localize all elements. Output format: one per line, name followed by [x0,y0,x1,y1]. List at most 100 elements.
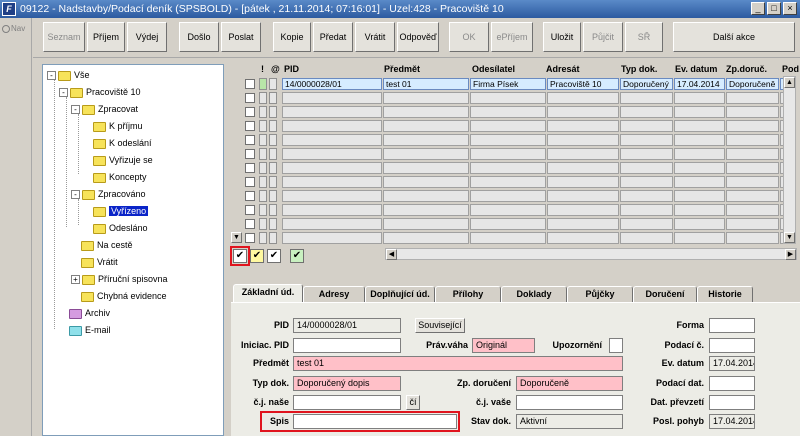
tree-node-vyrizuje-se[interactable]: Vyřizuje se [93,153,153,167]
tab-historie[interactable]: Historie [697,286,753,302]
tree-node-workplace[interactable]: - Pracoviště 10 [59,85,141,99]
row-indicator [269,218,277,230]
tree-node-zpracovano[interactable]: - Zpracováno [71,187,146,201]
tree-node-prirucni-spisovna[interactable]: + Příruční spisovna [71,272,168,286]
prijem-button[interactable]: Příjem [87,22,125,52]
table-cell [674,176,725,188]
tab-adresy[interactable]: Adresy [303,286,365,302]
scroll-right-icon[interactable]: ▶ [785,249,796,260]
vratit-button[interactable]: Vrátit [355,22,395,52]
predat-button[interactable]: Předat [313,22,353,52]
collapse-icon[interactable]: - [71,105,80,115]
tab-doplnujici[interactable]: Doplňující úd. [365,286,435,302]
tree-node-root[interactable]: - Vše [47,68,90,82]
row-checkbox[interactable] [245,149,255,159]
tree-node-archiv[interactable]: Archiv [69,306,110,320]
row-checkbox[interactable] [245,93,255,103]
close-button[interactable]: × [783,2,797,15]
tree-node-vyrizeno[interactable]: Vyřízeno [93,204,149,218]
col-header-pid[interactable]: PID [284,62,299,76]
filter-checkbox-yellow[interactable]: ✔ [250,249,264,263]
collapse-icon[interactable]: - [47,71,56,81]
vydej-button[interactable]: Výdej [127,22,167,52]
tree-node-na-ceste[interactable]: Na cestě [81,238,133,252]
col-header-predmet[interactable]: Předmět [384,62,420,76]
tree-node-chybna-evidence[interactable]: Chybná evidence [81,289,167,303]
souvisejici-button[interactable]: Související [415,318,465,333]
iniciac-pid-field[interactable] [293,338,401,353]
eprijem-button[interactable]: ePříjem [491,22,533,52]
row-checkbox[interactable] [245,163,255,173]
pujcit-button[interactable]: Půjčit [583,22,623,52]
collapse-icon[interactable]: - [71,190,80,200]
podaci-c-field[interactable] [709,338,755,353]
table-cell [383,190,469,202]
tab-zakladni[interactable]: Základní úd. [233,284,303,302]
scroll-left-icon[interactable]: ◀ [386,249,397,260]
ci-button[interactable]: čí [406,395,420,410]
row-checkbox[interactable] [245,135,255,145]
seznam-button[interactable]: Seznam [43,22,85,52]
dalsi-akce-button[interactable]: Další akce [673,22,795,52]
scroll-down-icon[interactable]: ▼ [784,232,795,243]
vertical-scrollbar[interactable]: ▲ ▼ [783,76,796,244]
kopie-button[interactable]: Kopie [273,22,311,52]
table-cell [282,134,382,146]
typ-dok-field[interactable]: Doporučený dopis [293,376,401,391]
nav-button[interactable]: Nav [2,22,30,36]
tree-node-k-prijmu[interactable]: K příjmu [93,119,143,133]
row-checkbox[interactable] [245,107,255,117]
tree-node-email[interactable]: E-mail [69,323,111,337]
upozorneni-checkbox[interactable] [609,338,623,353]
ok-button[interactable]: OK [449,22,489,52]
odpoved-button[interactable]: Odpověď [397,22,439,52]
expand-icon[interactable]: + [71,275,80,285]
tree-node-vratit[interactable]: Vrátit [81,255,118,269]
scroll-up-icon[interactable]: ▲ [784,77,795,88]
filter-checkbox-white[interactable]: ✔ [267,249,281,263]
tab-doklady[interactable]: Doklady [501,286,567,302]
col-header-zp-doruc[interactable]: Zp.doruč. [726,62,767,76]
col-header-pod[interactable]: Pod [782,62,799,76]
row-checkbox[interactable] [245,233,255,243]
col-header-adresat[interactable]: Adresát [546,62,580,76]
row-checkbox[interactable] [245,177,255,187]
tree-node-koncepty[interactable]: Koncepty [93,170,147,184]
tab-pujcky[interactable]: Půjčky [567,286,633,302]
tab-prilohy[interactable]: Přílohy [435,286,501,302]
row-checkbox[interactable] [245,121,255,131]
cj-vase-field[interactable] [516,395,623,410]
table-cell [674,148,725,160]
collapse-icon[interactable]: - [59,88,68,98]
row-checkbox[interactable] [245,219,255,229]
prav-vaha-field[interactable]: Originál [472,338,535,353]
dat-prevzeti-field[interactable] [709,395,755,410]
col-header-odesilatel[interactable]: Odesílatel [472,62,515,76]
row-checkbox[interactable] [245,205,255,215]
cj-nase-field[interactable] [293,395,401,410]
minimize-button[interactable]: _ [751,2,765,15]
row-checkbox[interactable] [245,79,255,89]
row-checkbox[interactable] [245,191,255,201]
tree-node-odeslano[interactable]: Odesláno [93,221,148,235]
col-header-flag[interactable]: ! [261,62,264,76]
sr-button[interactable]: SŘ [625,22,663,52]
filter-checkbox-green[interactable]: ✔ [290,249,304,263]
grid-scroll-down-icon[interactable]: ▼ [231,232,242,243]
podaci-dat-field[interactable] [709,376,755,391]
tab-doruceni[interactable]: Doručení [633,286,697,302]
zp-doruceni-field[interactable]: Doporučeně [516,376,623,391]
ulozit-button[interactable]: Uložit [543,22,581,52]
forma-field[interactable] [709,318,755,333]
horizontal-scrollbar[interactable]: ◀ ▶ [385,248,797,260]
col-header-ev-datum[interactable]: Ev. datum [675,62,717,76]
doslo-button[interactable]: Došlo [179,22,219,52]
tree-node-k-odeslani[interactable]: K odeslání [93,136,152,150]
col-header-typ[interactable]: Typ dok. [621,62,657,76]
row-indicator [269,190,277,202]
predmet-field[interactable]: test 01 [293,356,623,371]
tree-node-zpracovat[interactable]: - Zpracovat [71,102,138,116]
poslat-button[interactable]: Poslat [221,22,261,52]
maximize-button[interactable]: □ [767,2,781,15]
row-indicator [269,92,277,104]
